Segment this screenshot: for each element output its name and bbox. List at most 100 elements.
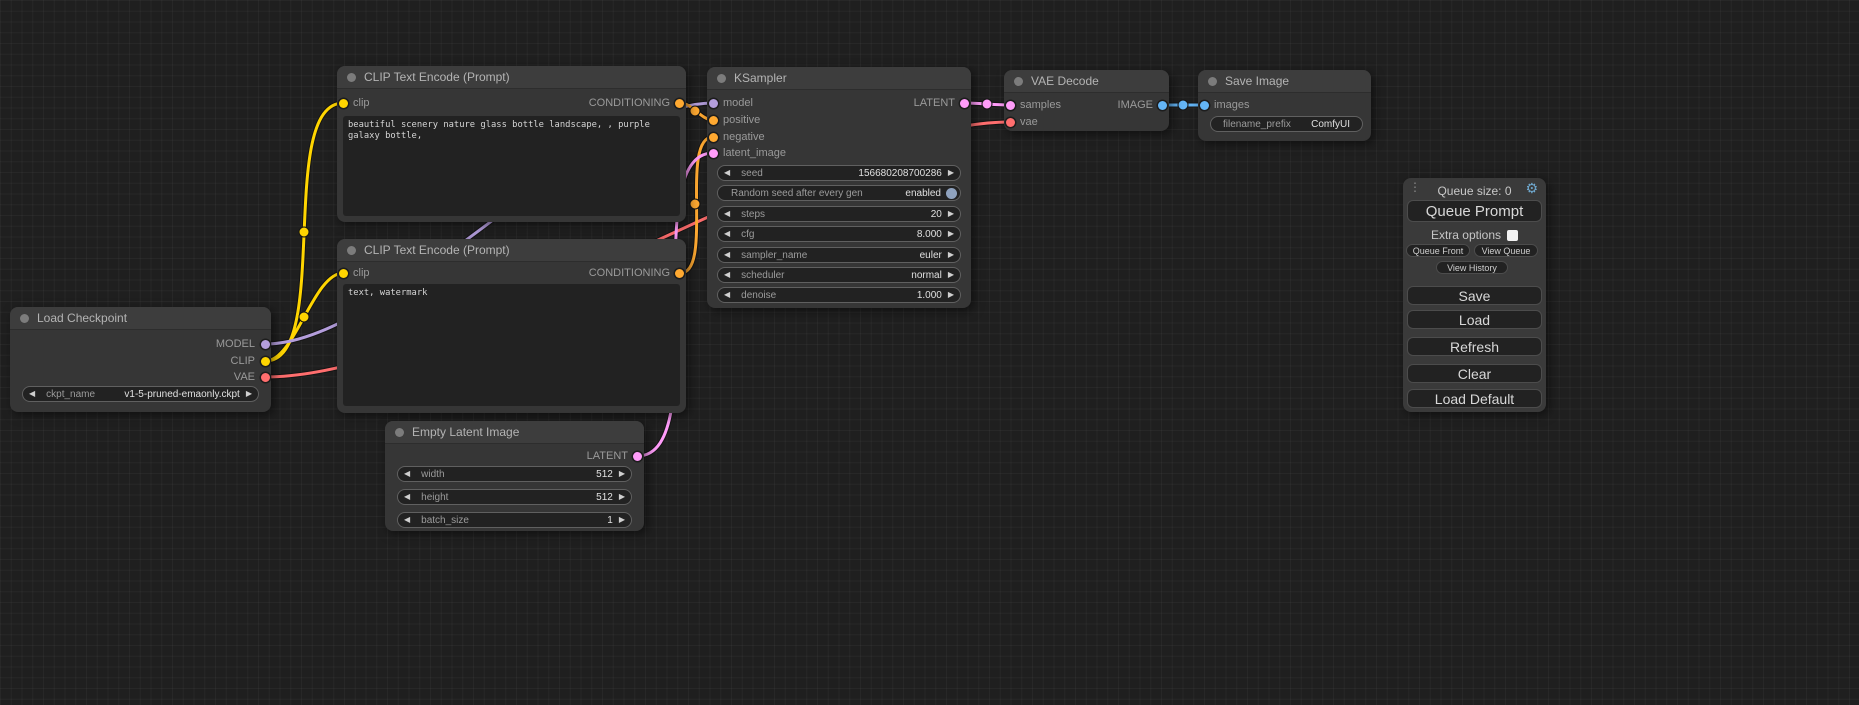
node-ksampler[interactable]: KSampler model positive negative latent_… <box>707 67 971 308</box>
random-seed-toggle-widget[interactable]: Random seed after every gen enabled <box>717 185 961 201</box>
input-label-clip: clip <box>353 267 370 279</box>
increment-arrow-icon[interactable]: ▶ <box>942 230 960 238</box>
output-pin-vae[interactable] <box>261 373 270 382</box>
input-pin-vae[interactable] <box>1006 118 1015 127</box>
output-pin-latent[interactable] <box>633 452 642 461</box>
collapse-dot[interactable] <box>1208 77 1217 86</box>
widget-value: 20 <box>931 209 942 220</box>
increment-arrow-icon[interactable]: ▶ <box>613 516 631 524</box>
decrement-arrow-icon[interactable]: ◀ <box>718 230 736 238</box>
link-dot <box>690 106 700 116</box>
scheduler-widget[interactable]: ◀ scheduler normal ▶ <box>717 267 961 283</box>
collapse-dot[interactable] <box>20 314 29 323</box>
prompt-text-input[interactable]: text, watermark <box>343 284 680 406</box>
queue-front-button[interactable]: Queue Front <box>1406 244 1470 257</box>
decrement-arrow-icon[interactable]: ◀ <box>398 470 416 478</box>
node-save-image[interactable]: Save Image images filename_prefix ComfyU… <box>1198 70 1371 141</box>
widget-label: sampler_name <box>741 250 807 261</box>
input-pin-clip[interactable] <box>339 269 348 278</box>
queue-prompt-button[interactable]: Queue Prompt <box>1407 200 1542 222</box>
node-vae-decode[interactable]: VAE Decode samples vae IMAGE <box>1004 70 1169 131</box>
output-pin-model[interactable] <box>261 340 270 349</box>
node-title-bar[interactable]: CLIP Text Encode (Prompt) <box>337 239 686 262</box>
link-dot <box>299 227 309 237</box>
sampler-name-widget[interactable]: ◀ sampler_name euler ▶ <box>717 247 961 263</box>
link-dot <box>299 312 309 322</box>
load-button[interactable]: Load <box>1407 310 1542 329</box>
decrement-arrow-icon[interactable]: ◀ <box>718 291 736 299</box>
prompt-text-input[interactable]: beautiful scenery nature glass bottle la… <box>343 116 680 216</box>
decrement-arrow-icon[interactable]: ◀ <box>398 516 416 524</box>
extra-options-checkbox[interactable] <box>1507 230 1518 241</box>
link-dot <box>1178 100 1188 110</box>
input-pin-latent-image[interactable] <box>709 149 718 158</box>
output-pin-latent[interactable] <box>960 99 969 108</box>
output-label-image: IMAGE <box>1118 99 1153 111</box>
increment-arrow-icon[interactable]: ▶ <box>613 493 631 501</box>
node-empty-latent-image[interactable]: Empty Latent Image LATENT ◀ width 512 ▶ … <box>385 421 644 531</box>
width-widget[interactable]: ◀ width 512 ▶ <box>397 466 632 482</box>
toggle-knob[interactable] <box>946 188 957 199</box>
node-title-bar[interactable]: CLIP Text Encode (Prompt) <box>337 66 686 89</box>
input-pin-model[interactable] <box>709 99 718 108</box>
widget-label: batch_size <box>421 515 469 526</box>
increment-arrow-icon[interactable]: ▶ <box>613 470 631 478</box>
node-graph-canvas[interactable]: Load Checkpoint MODEL CLIP VAE ◀ ckpt_na… <box>0 0 1859 705</box>
node-load-checkpoint[interactable]: Load Checkpoint MODEL CLIP VAE ◀ ckpt_na… <box>10 307 271 412</box>
node-title-bar[interactable]: Load Checkpoint <box>10 307 271 330</box>
increment-arrow-icon[interactable]: ▶ <box>942 271 960 279</box>
decrement-arrow-icon[interactable]: ◀ <box>718 271 736 279</box>
decrement-arrow-icon[interactable]: ◀ <box>718 169 736 177</box>
clear-button[interactable]: Clear <box>1407 364 1542 383</box>
decrement-arrow-icon[interactable]: ◀ <box>398 493 416 501</box>
input-pin-images[interactable] <box>1200 101 1209 110</box>
save-button[interactable]: Save <box>1407 286 1542 305</box>
node-clip-text-encode-positive[interactable]: CLIP Text Encode (Prompt) clip CONDITION… <box>337 66 686 222</box>
input-pin-clip[interactable] <box>339 99 348 108</box>
output-pin-conditioning[interactable] <box>675 99 684 108</box>
increment-arrow-icon[interactable]: ▶ <box>942 169 960 177</box>
height-widget[interactable]: ◀ height 512 ▶ <box>397 489 632 505</box>
collapse-dot[interactable] <box>347 73 356 82</box>
filename-prefix-widget[interactable]: filename_prefix ComfyUI <box>1210 116 1363 132</box>
node-title-bar[interactable]: VAE Decode <box>1004 70 1169 93</box>
decrement-arrow-icon[interactable]: ◀ <box>718 210 736 218</box>
input-pin-samples[interactable] <box>1006 101 1015 110</box>
view-queue-button[interactable]: View Queue <box>1474 244 1538 257</box>
widget-label: seed <box>741 168 763 179</box>
output-pin-image[interactable] <box>1158 101 1167 110</box>
denoise-widget[interactable]: ◀ denoise 1.000 ▶ <box>717 287 961 303</box>
collapse-dot[interactable] <box>347 246 356 255</box>
widget-value: 156680208700286 <box>858 168 941 179</box>
collapse-dot[interactable] <box>395 428 404 437</box>
refresh-button[interactable]: Refresh <box>1407 337 1542 356</box>
cfg-widget[interactable]: ◀ cfg 8.000 ▶ <box>717 226 961 242</box>
node-title-bar[interactable]: KSampler <box>707 67 971 90</box>
extra-options-label: Extra options <box>1431 228 1501 242</box>
seed-widget[interactable]: ◀ seed 156680208700286 ▶ <box>717 165 961 181</box>
collapse-dot[interactable] <box>717 74 726 83</box>
input-pin-negative[interactable] <box>709 133 718 142</box>
node-clip-text-encode-negative[interactable]: CLIP Text Encode (Prompt) clip CONDITION… <box>337 239 686 413</box>
batch-size-widget[interactable]: ◀ batch_size 1 ▶ <box>397 512 632 528</box>
decrement-arrow-icon[interactable]: ◀ <box>718 251 736 259</box>
node-title: Load Checkpoint <box>37 311 127 325</box>
increment-arrow-icon[interactable]: ▶ <box>942 251 960 259</box>
view-history-button[interactable]: View History <box>1436 261 1508 274</box>
link-dot <box>982 99 992 109</box>
ckpt-name-widget[interactable]: ◀ ckpt_name v1-5-pruned-emaonly.ckpt ▶ <box>22 386 259 402</box>
node-title-bar[interactable]: Empty Latent Image <box>385 421 644 444</box>
input-pin-positive[interactable] <box>709 116 718 125</box>
steps-widget[interactable]: ◀ steps 20 ▶ <box>717 206 961 222</box>
settings-gear-icon[interactable]: ⚙ <box>1525 182 1538 196</box>
collapse-dot[interactable] <box>1014 77 1023 86</box>
increment-arrow-icon[interactable]: ▶ <box>942 210 960 218</box>
increment-arrow-icon[interactable]: ▶ <box>942 291 960 299</box>
menu-panel: ⋮ Queue size: 0 ⚙ Queue Prompt Extra opt… <box>1403 178 1546 412</box>
load-default-button[interactable]: Load Default <box>1407 389 1542 408</box>
output-pin-conditioning[interactable] <box>675 269 684 278</box>
increment-arrow-icon[interactable]: ▶ <box>240 390 258 398</box>
decrement-arrow-icon[interactable]: ◀ <box>23 390 41 398</box>
output-pin-clip[interactable] <box>261 357 270 366</box>
node-title-bar[interactable]: Save Image <box>1198 70 1371 93</box>
